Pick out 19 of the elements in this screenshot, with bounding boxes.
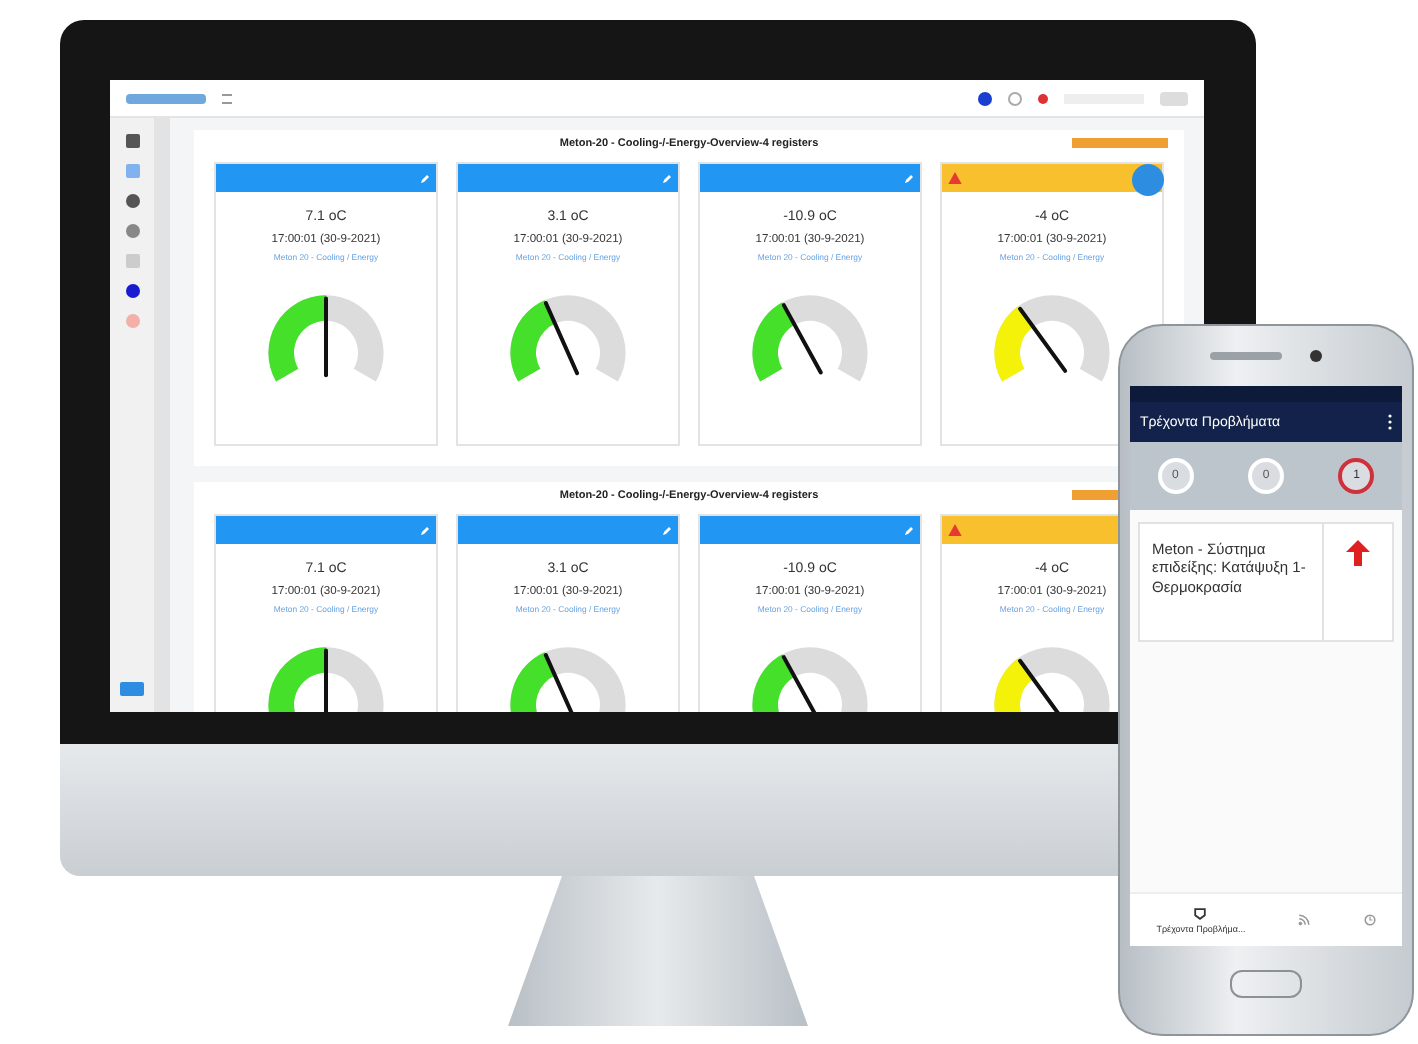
edit-icon[interactable] — [420, 525, 430, 535]
app-logo — [126, 93, 206, 103]
edit-icon[interactable] — [904, 173, 914, 183]
up-arrow-icon — [1346, 540, 1370, 566]
settings-icon[interactable] — [1008, 91, 1022, 105]
camera-dot — [1310, 350, 1322, 362]
edit-icon[interactable] — [662, 173, 672, 183]
warning-icon — [948, 524, 962, 536]
shield-icon — [1194, 907, 1207, 919]
status-tag — [1072, 138, 1168, 148]
edit-icon[interactable] — [662, 525, 672, 535]
menu-icon[interactable] — [222, 93, 232, 103]
speaker-grille — [1210, 352, 1282, 360]
edit-icon[interactable] — [420, 173, 430, 183]
warning-icon — [948, 172, 962, 184]
rss-icon[interactable] — [1298, 914, 1311, 926]
home-button[interactable] — [1230, 970, 1302, 998]
history-icon[interactable] — [1363, 914, 1376, 926]
edit-icon[interactable] — [904, 525, 914, 535]
